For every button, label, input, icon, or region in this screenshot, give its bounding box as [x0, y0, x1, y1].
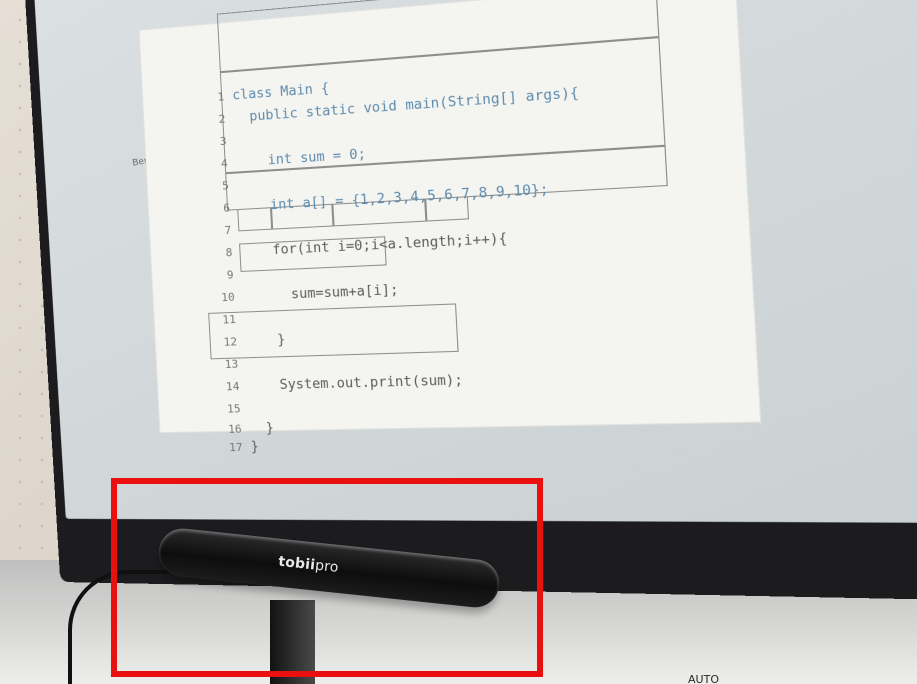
code-line: 15: [158, 382, 248, 415]
code-line: 13: [156, 337, 246, 372]
code-text: }: [244, 332, 286, 350]
code-text: System.out.print(sum);: [247, 372, 464, 394]
code-line: 11: [153, 292, 243, 327]
code-line: 17}: [160, 420, 259, 455]
code-line: 12 }: [155, 313, 286, 349]
code-text: for(int i=0;i<a.length;i++){: [240, 231, 508, 260]
highlight-box: [111, 478, 543, 677]
code-line: 9: [151, 248, 241, 281]
photo-scene: BenQ XL2411P 1class Main { 2 public stat…: [0, 0, 917, 684]
line-number: 17: [228, 440, 243, 455]
code-line: 16 }: [159, 401, 274, 436]
monitor-corner-label: AUTO: [688, 673, 719, 684]
code-editor-panel: 1 class Main { 2 public static void main(…: [139, 0, 761, 455]
code-text: sum=sum+a[i];: [242, 282, 399, 305]
code-text: }: [250, 439, 260, 455]
code-line: 7: [149, 203, 239, 238]
